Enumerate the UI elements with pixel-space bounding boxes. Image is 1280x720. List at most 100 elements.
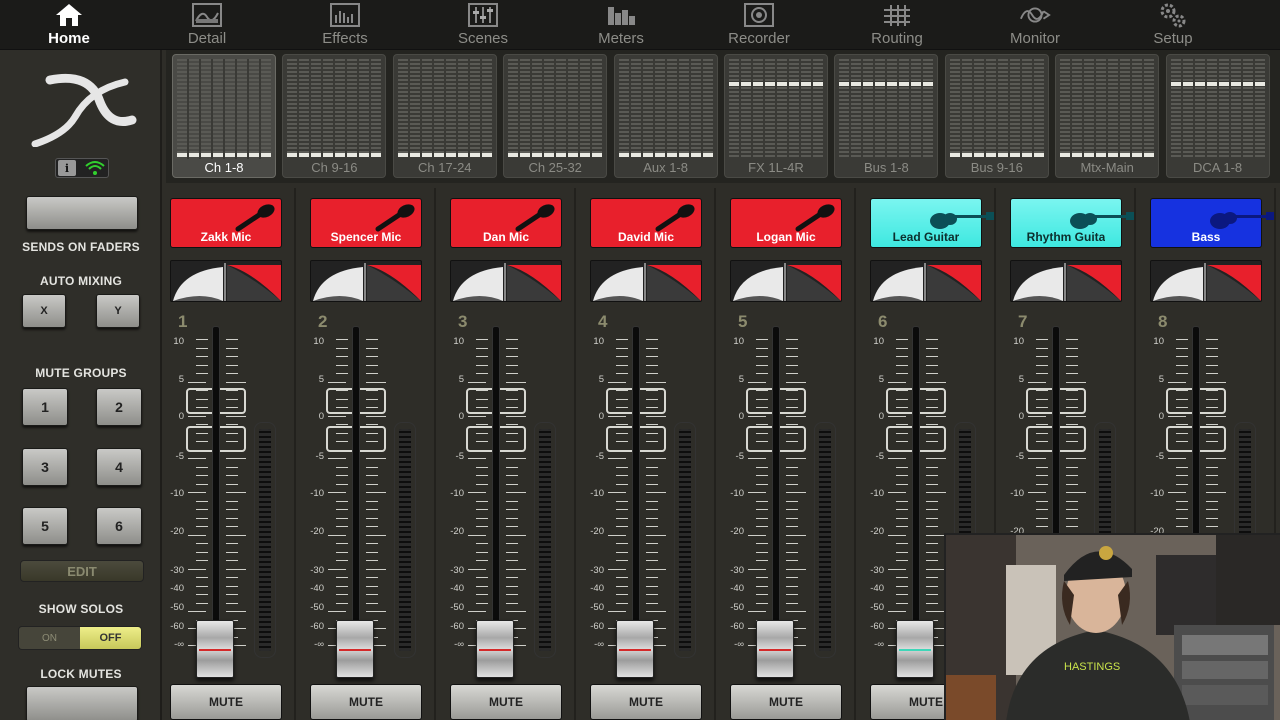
channel-name-button[interactable]: Rhythm Guita — [1010, 198, 1134, 248]
scale-label: -10 — [1010, 488, 1024, 499]
show-solos-toggle[interactable]: ON OFF — [18, 626, 142, 650]
scale-tick — [506, 594, 518, 595]
scale-tick — [196, 543, 208, 544]
scale-tick — [1206, 356, 1218, 357]
scale-tick — [506, 466, 518, 468]
solo-off-option[interactable]: OFF — [80, 627, 141, 649]
bank-name: Bus 1-8 — [863, 160, 909, 175]
fader-track[interactable] — [492, 326, 500, 662]
mute-button[interactable]: MUTE — [170, 684, 282, 720]
scale-label: -30 — [870, 565, 884, 576]
bank-6[interactable]: FX 1L-4R — [724, 54, 828, 178]
tab-meters[interactable]: Meters — [552, 0, 690, 50]
dynamics-preview[interactable] — [870, 260, 982, 302]
scale-tick — [896, 347, 908, 349]
scale-tick — [756, 424, 768, 425]
solo-on-option[interactable]: ON — [19, 627, 80, 649]
channel-name-button[interactable]: Logan Mic — [730, 198, 842, 248]
scale-tick — [1206, 526, 1218, 527]
mute-button[interactable]: MUTE — [590, 684, 702, 720]
channel-name-button[interactable]: Spencer Mic — [310, 198, 422, 248]
fader-track[interactable] — [772, 326, 780, 662]
dynamics-preview[interactable] — [310, 260, 422, 302]
fader-knob[interactable] — [196, 620, 234, 678]
scale-tick — [646, 475, 658, 476]
channel-name-button[interactable]: Bass — [1150, 198, 1274, 248]
scale-tick — [646, 517, 658, 519]
scale-tick — [226, 594, 238, 595]
tab-monitor[interactable]: Monitor — [966, 0, 1104, 50]
mute-button[interactable]: MUTE — [450, 684, 562, 720]
scale-tick — [476, 364, 488, 366]
channel-name-button[interactable]: David Mic — [590, 198, 702, 248]
dynamics-preview[interactable] — [1150, 260, 1262, 302]
bank-meter-columns — [508, 59, 603, 159]
bank-10[interactable]: DCA 1-8 — [1165, 54, 1270, 178]
tab-setup[interactable]: Setup — [1104, 0, 1242, 50]
sends-on-faders-button[interactable] — [26, 196, 138, 230]
mute-group-2-button[interactable]: 2 — [96, 388, 142, 426]
fader-knob[interactable] — [336, 620, 374, 678]
auto-mix-x-button[interactable]: X — [22, 294, 66, 328]
bank-9[interactable]: Mtx-Main — [1055, 54, 1160, 178]
channel-name-button[interactable]: Dan Mic — [450, 198, 562, 248]
fader-knob[interactable] — [896, 620, 934, 678]
tab-routing[interactable]: Routing — [828, 0, 966, 50]
tab-scenes[interactable]: Scenes — [414, 0, 552, 50]
scenes-icon — [467, 2, 499, 28]
scale-label: -40 — [310, 583, 324, 594]
scale-tick — [896, 483, 908, 485]
scale-tick — [226, 356, 238, 357]
fader-track[interactable] — [912, 326, 920, 662]
bank-8[interactable]: Bus 9-16 — [944, 54, 1049, 178]
fader-track[interactable] — [632, 326, 640, 662]
channel-name-button[interactable]: Zakk Mic — [170, 198, 282, 248]
scale-tick — [756, 560, 768, 561]
tab-effects[interactable]: Effects — [276, 0, 414, 50]
scale-tick — [226, 466, 238, 468]
fader-knob[interactable] — [476, 620, 514, 678]
edit-mute-groups-button[interactable]: EDIT — [20, 560, 144, 582]
bank-7[interactable]: Bus 1-8 — [834, 54, 939, 178]
scale-tick — [336, 500, 348, 502]
scale-tick — [476, 602, 488, 604]
mute-button[interactable]: MUTE — [730, 684, 842, 720]
scale-tick — [756, 594, 768, 595]
mute-button[interactable]: MUTE — [310, 684, 422, 720]
scale-tick — [1168, 458, 1186, 459]
connection-status[interactable]: i — [55, 158, 109, 178]
fader-knob[interactable] — [756, 620, 794, 678]
bank-1[interactable]: Ch 1-8 — [172, 54, 276, 178]
tab-recorder[interactable]: Recorder — [690, 0, 828, 50]
lock-mutes-button[interactable] — [26, 686, 138, 720]
dynamics-preview[interactable] — [450, 260, 562, 302]
bank-3[interactable]: Ch 17-24 — [392, 54, 497, 178]
mute-group-6-button[interactable]: 6 — [96, 507, 142, 545]
mute-group-4-button[interactable]: 4 — [96, 448, 142, 486]
channel-name-button[interactable]: Lead Guitar — [870, 198, 994, 248]
bank-4[interactable]: Ch 25-32 — [503, 54, 608, 178]
dynamics-preview[interactable] — [1010, 260, 1122, 302]
tab-detail[interactable]: Detail — [138, 0, 276, 50]
auto-mix-y-button[interactable]: Y — [96, 294, 140, 328]
dynamics-preview[interactable] — [730, 260, 842, 302]
fader-stripe — [479, 649, 511, 651]
mute-group-3-button[interactable]: 3 — [22, 448, 68, 486]
scale-tick — [476, 500, 488, 502]
fader-track[interactable] — [352, 326, 360, 662]
dynamics-preview[interactable] — [590, 260, 702, 302]
fader-track[interactable] — [212, 326, 220, 662]
bank-name: Aux 1-8 — [643, 160, 688, 175]
channel-number: 1 — [178, 312, 188, 331]
mute-group-1-button[interactable]: 1 — [22, 388, 68, 426]
scale-tick — [616, 543, 628, 544]
mute-group-5-button[interactable]: 5 — [22, 507, 68, 545]
channel-number: 2 — [318, 312, 328, 331]
scale-tick — [926, 364, 938, 366]
bank-5[interactable]: Aux 1-8 — [613, 54, 718, 178]
bank-2[interactable]: Ch 9-16 — [282, 54, 387, 178]
dynamics-preview[interactable] — [170, 260, 282, 302]
scale-tick — [1028, 415, 1046, 417]
tab-home[interactable]: Home — [0, 0, 138, 50]
fader-knob[interactable] — [616, 620, 654, 678]
